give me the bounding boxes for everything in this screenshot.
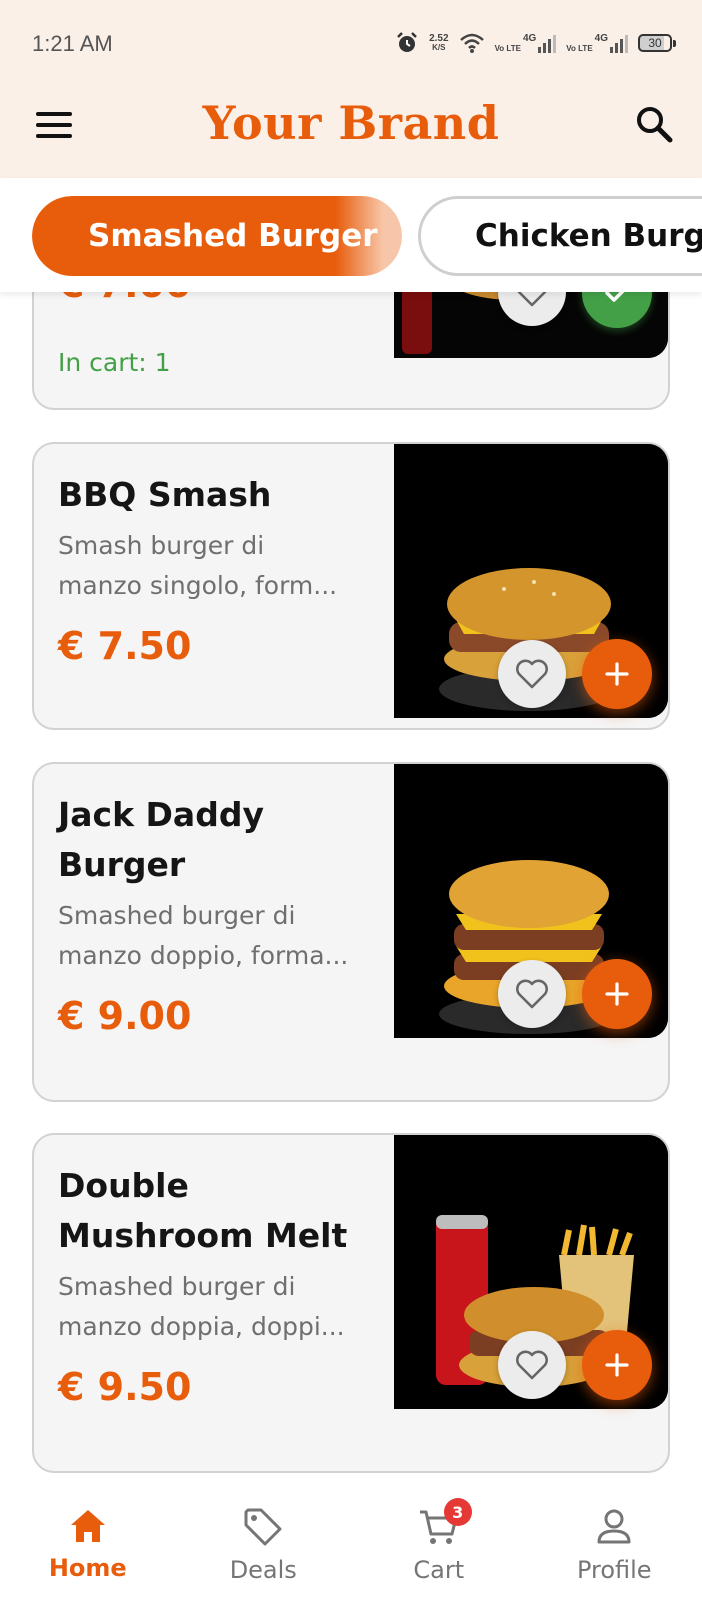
search-button[interactable] (634, 104, 674, 144)
cart-badge: 3 (443, 1498, 472, 1526)
plus-icon (605, 982, 629, 1006)
network-speed: 2.52 K/S (429, 33, 449, 53)
favorite-button[interactable] (498, 960, 566, 1028)
nav-deals[interactable]: Deals (176, 1484, 352, 1599)
bottom-navigation: Home Deals 3 Cart Profile (0, 1484, 702, 1599)
product-card[interactable]: Double Mushroom Melt Smashed burger di m… (32, 1133, 670, 1473)
home-icon (70, 1510, 105, 1542)
search-icon (637, 107, 673, 143)
product-card[interactable]: Jack Daddy Burger Smashed burger di manz… (32, 762, 670, 1102)
sim1-signal: Vo LTE 4G (495, 33, 557, 53)
favorite-button[interactable] (498, 1331, 566, 1399)
product-price: € 9.50 (58, 1365, 192, 1409)
in-cart-label: In cart: 1 (58, 348, 171, 377)
plus-icon (605, 1353, 629, 1377)
favorite-button[interactable] (498, 640, 566, 708)
product-price: € 9.00 (58, 994, 192, 1038)
nav-cart-label: Cart (413, 1556, 465, 1584)
nav-home[interactable]: Home (0, 1484, 176, 1599)
battery-icon: 30 (638, 34, 676, 52)
status-time: 1:21 AM (32, 31, 113, 56)
category-chips: Smashed Burger Chicken Burger (0, 178, 702, 292)
add-to-cart-button[interactable] (582, 639, 652, 709)
product-name: BBQ Smash (58, 475, 272, 514)
status-icons: 2.52 K/S Vo LTE 4G Vo LTE 4G 30 (395, 28, 676, 58)
nav-profile[interactable]: Profile (527, 1484, 702, 1599)
brand-title: Your Brand (202, 96, 500, 150)
alarm-icon (397, 32, 417, 52)
heart-outline-icon (516, 979, 548, 1009)
top-app-bar: 1:21 AM 2.52 K/S Vo LTE 4G Vo LTE 4G 30 (0, 0, 702, 178)
tag-icon (244, 1508, 282, 1546)
add-to-cart-button[interactable] (582, 959, 652, 1029)
product-description: Smashed burger di manzo doppia, doppi... (58, 1272, 345, 1341)
heart-outline-icon (516, 659, 548, 689)
heart-outline-icon (516, 1350, 548, 1380)
profile-icon (597, 1509, 631, 1544)
product-name: Double Mushroom Melt (58, 1166, 348, 1255)
product-card[interactable]: BBQ Smash Smash burger di manzo singolo,… (32, 442, 670, 730)
product-description: Smash burger di manzo singolo, form... (58, 531, 338, 600)
plus-icon (605, 662, 629, 686)
nav-home-label: Home (48, 1554, 127, 1582)
nav-cart[interactable]: 3 Cart (351, 1484, 527, 1599)
product-name: Jack Daddy Burger (58, 795, 264, 884)
chip-chicken-burger[interactable]: Chicken Burger (418, 196, 702, 276)
chip-smashed-burger[interactable]: Smashed Burger (32, 196, 402, 276)
sim2-signal: Vo LTE 4G (566, 33, 628, 53)
nav-deals-label: Deals (229, 1556, 297, 1584)
wifi-icon (459, 33, 484, 53)
add-to-cart-button[interactable] (582, 1330, 652, 1400)
product-description: Smashed burger di manzo doppio, forma... (58, 901, 349, 970)
product-price: € 7.50 (58, 624, 192, 668)
nav-profile-label: Profile (576, 1556, 652, 1584)
